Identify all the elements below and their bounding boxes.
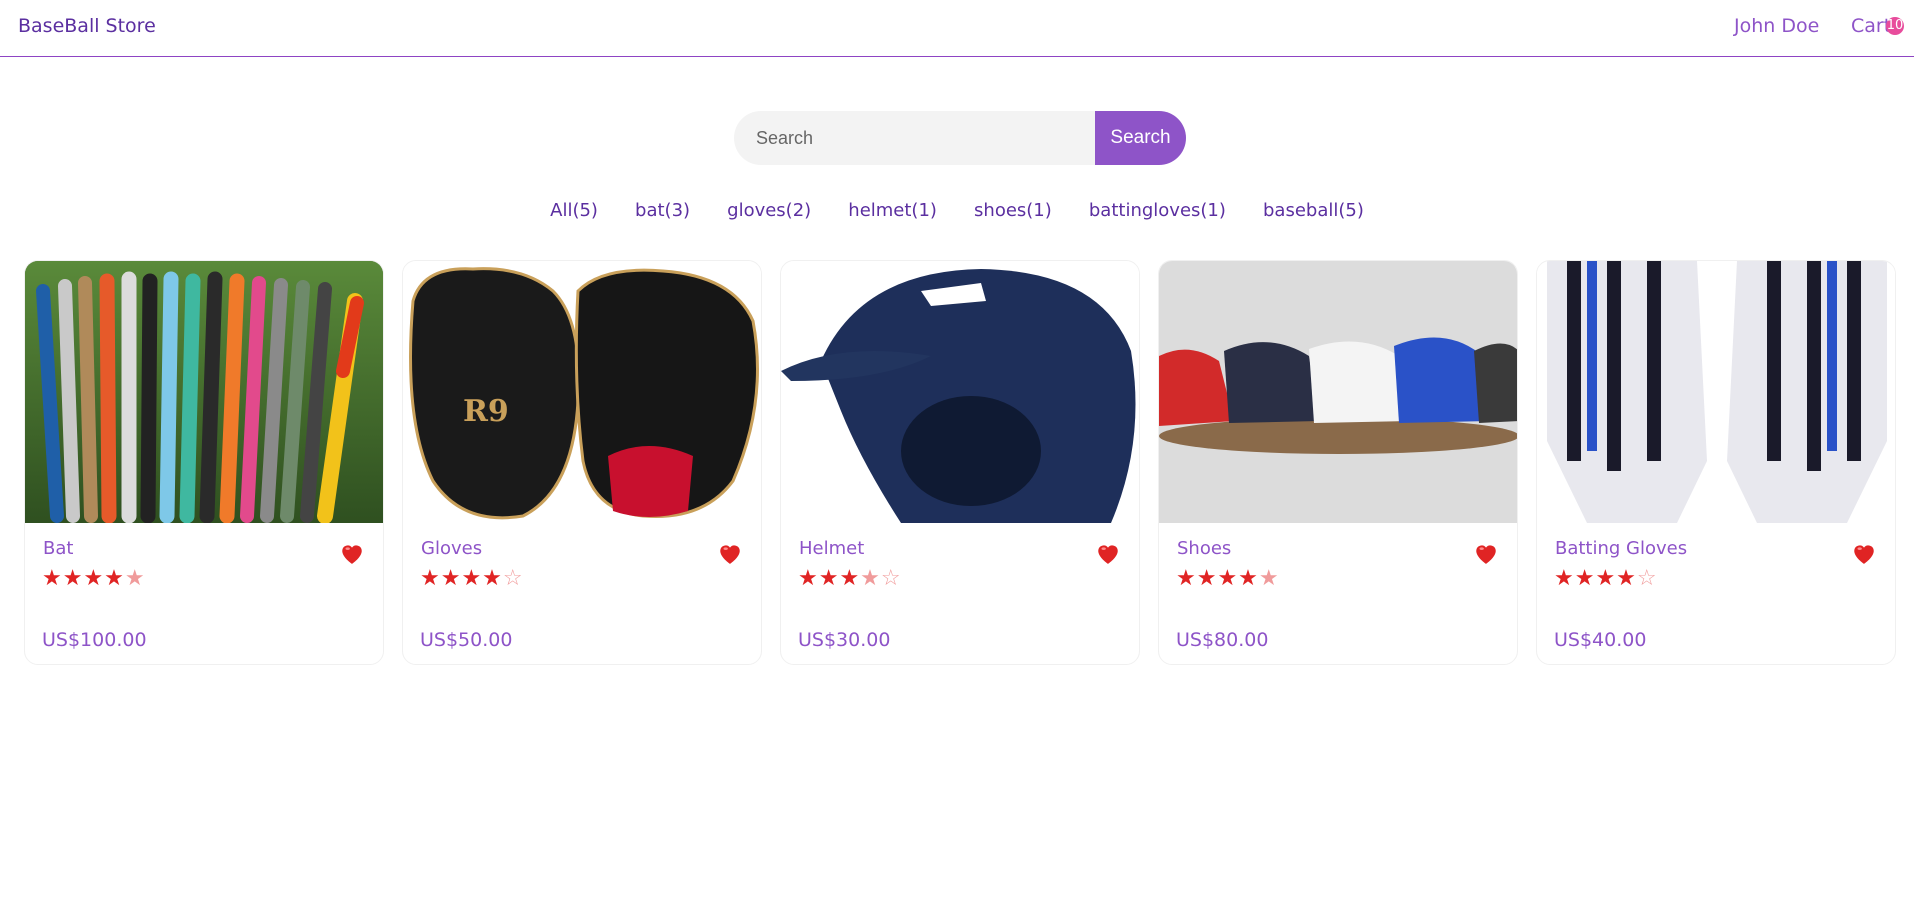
search-input[interactable] [734, 111, 1096, 165]
category-link[interactable]: baseball(5) [1263, 200, 1364, 221]
category-link[interactable]: gloves(2) [727, 200, 811, 221]
search-button[interactable]: Search [1095, 111, 1186, 165]
search-bar: Search [734, 111, 1186, 165]
product-image-batting-gloves[interactable] [1537, 261, 1895, 523]
product-image-helmet[interactable] [781, 261, 1139, 523]
user-menu-link[interactable]: John Doe [1734, 15, 1819, 37]
brand-link[interactable]: BaseBall Store [18, 15, 156, 37]
product-name[interactable]: Helmet [799, 538, 864, 559]
product-card[interactable]: Batting Gloves ★★★★☆ US$40.00 [1536, 260, 1896, 665]
category-link[interactable]: All(5) [550, 200, 598, 221]
rating-stars: ★★★★★ [42, 566, 146, 591]
cart-count-badge: 10 [1886, 17, 1904, 35]
rating-stars: ★★★★☆ [798, 566, 902, 591]
product-price: US$50.00 [420, 629, 513, 651]
product-card[interactable]: Shoes ★★★★★ US$80.00 [1158, 260, 1518, 665]
product-image-bats[interactable] [25, 261, 383, 523]
product-name[interactable]: Bat [43, 538, 73, 559]
favorite-heart-icon[interactable] [1473, 541, 1499, 565]
favorite-heart-icon[interactable] [339, 541, 365, 565]
product-image-shoes[interactable] [1159, 261, 1517, 523]
favorite-heart-icon[interactable] [717, 541, 743, 565]
svg-text:R9: R9 [463, 394, 509, 429]
category-link[interactable]: bat(3) [635, 200, 690, 221]
category-link[interactable]: helmet(1) [848, 200, 937, 221]
rating-stars: ★★★★★ [1176, 566, 1280, 591]
product-price: US$80.00 [1176, 629, 1269, 651]
product-name[interactable]: Gloves [421, 538, 482, 559]
category-link[interactable]: shoes(1) [974, 200, 1052, 221]
category-filter-list: All(5) bat(3) gloves(2) helmet(1) shoes(… [0, 200, 1914, 221]
favorite-heart-icon[interactable] [1851, 541, 1877, 565]
category-link[interactable]: battingloves(1) [1089, 200, 1226, 221]
product-price: US$40.00 [1554, 629, 1647, 651]
favorite-heart-icon[interactable] [1095, 541, 1121, 565]
rating-stars: ★★★★☆ [420, 566, 524, 591]
product-price: US$30.00 [798, 629, 891, 651]
product-card[interactable]: Bat ★★★★★ US$100.00 [24, 260, 384, 665]
product-card[interactable]: R9 Gloves ★★★★☆ US$50.00 [402, 260, 762, 665]
top-navbar: BaseBall Store John Doe Cart 10 [0, 0, 1914, 57]
product-price: US$100.00 [42, 629, 147, 651]
product-image-gloves[interactable]: R9 [403, 261, 761, 523]
product-name[interactable]: Shoes [1177, 538, 1231, 559]
product-name[interactable]: Batting Gloves [1555, 538, 1687, 559]
product-card[interactable]: Helmet ★★★★☆ US$30.00 [780, 260, 1140, 665]
rating-stars: ★★★★☆ [1554, 566, 1658, 591]
